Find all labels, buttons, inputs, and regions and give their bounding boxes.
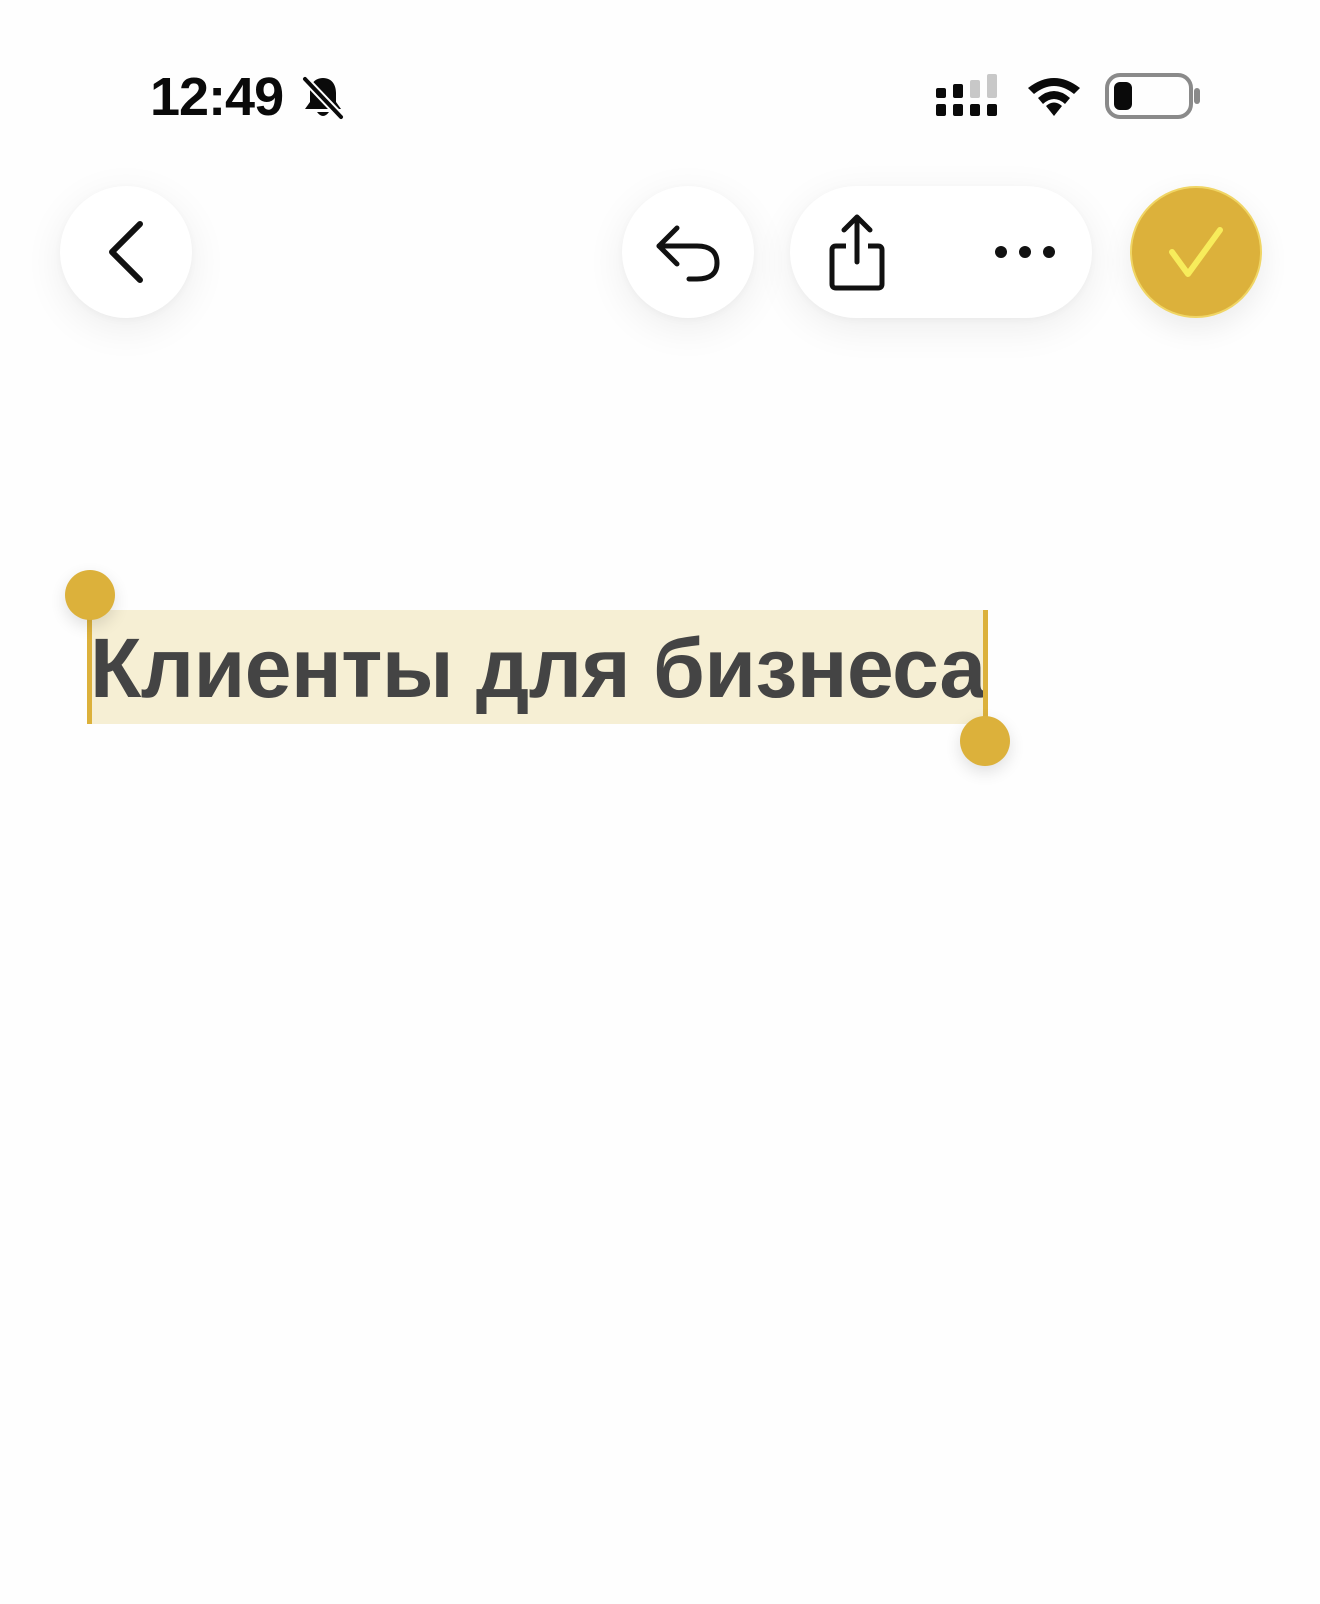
chevron-left-icon [109, 221, 143, 283]
selection-start-handle[interactable] [65, 570, 115, 620]
ellipsis-icon[interactable] [994, 244, 1056, 260]
back-button[interactable] [60, 186, 192, 318]
done-button[interactable] [1130, 186, 1262, 318]
battery-icon [1105, 73, 1200, 119]
wifi-icon [1028, 78, 1080, 116]
note-editor-screen: 12:49 Клиенты для бизнеса [0, 0, 1320, 1604]
undo-button[interactable] [622, 186, 754, 318]
note-title: Клиенты для бизнеса [90, 621, 986, 715]
checkmark-icon [1169, 227, 1223, 277]
bell-slash-icon [301, 75, 345, 121]
cellular-signal-icon [936, 74, 997, 116]
actions-pill [790, 186, 1092, 318]
note-title-field[interactable]: Клиенты для бизнеса [90, 610, 986, 724]
undo-icon [656, 225, 720, 282]
selection-end-handle[interactable] [960, 716, 1010, 766]
share-icon[interactable] [826, 212, 888, 292]
status-time: 12:49 [150, 67, 284, 127]
